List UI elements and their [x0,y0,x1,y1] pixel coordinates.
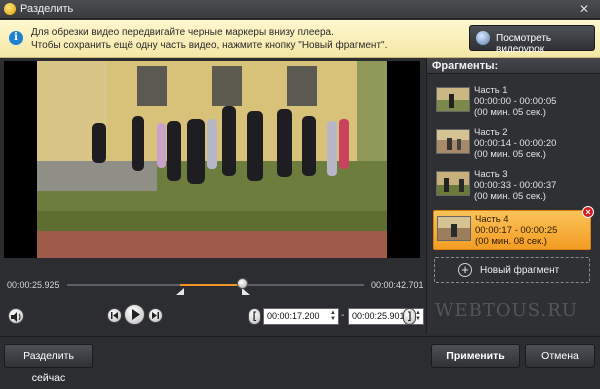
app-icon [4,3,16,15]
fragment-name: Часть 1 [474,85,508,96]
play-button[interactable] [124,304,145,325]
fragment-name: Часть 4 [475,214,509,225]
window-title: Разделить [20,3,74,15]
cancel-button[interactable]: Отмена [525,344,595,368]
fragment-range: 00:00:00 - 00:00:05 [474,96,557,107]
new-fragment-label: Новый фрагмент [480,265,560,276]
close-button[interactable]: ✕ [570,1,598,17]
step-forward-icon [152,312,159,319]
fragment-thumbnail [437,216,471,241]
end-marker-icon[interactable] [242,288,250,295]
bottom-bar: Разделить сейчас Применить Отмена [0,336,600,384]
info-text: Для обрезки видео передвигайте черные ма… [31,26,387,52]
play-icon [132,309,140,320]
total-time: 00:00:42.701 [371,280,424,290]
apply-button[interactable]: Применить [431,344,520,368]
fragment-range: 00:00:33 - 00:00:37 [474,180,557,191]
fragment-item-3[interactable]: Часть 3 00:00:33 - 00:00:37 (00 мин. 05 … [433,166,591,206]
video-player[interactable] [4,61,420,258]
set-start-button[interactable]: [ [248,308,261,325]
set-end-button[interactable]: ] [403,308,416,325]
start-time-field[interactable]: 00:00:17.200 ▲ ▼ [263,308,339,325]
plus-icon: + [458,263,472,277]
speaker-icon [11,312,21,322]
fragments-panel: Фрагменты: Часть 1 00:00:00 - 00:00:05 (… [426,58,600,334]
fragment-duration: (00 мин. 05 сек.) [474,149,546,160]
delete-fragment-icon[interactable]: × [582,206,594,218]
info-line-1: Для обрезки видео передвигайте черные ма… [31,27,334,38]
fragment-name: Часть 2 [474,127,508,138]
current-time: 00:00:25.925 [7,280,60,290]
range-dash: - [341,310,345,321]
fragment-item-4[interactable]: Часть 4 00:00:17 - 00:00:25 (00 мин. 08 … [433,206,594,250]
timeline: 00:00:25.925 00:00:42.701 [0,266,425,296]
info-icon: i [9,31,23,45]
video-frame [37,61,387,258]
watch-video-lesson-label: Посмотреть видеоурок [496,33,552,55]
next-frame-button[interactable] [148,308,163,323]
fragment-duration: (00 мин. 08 сек.) [475,236,547,247]
title-bar: Разделить ✕ [0,0,600,19]
fragment-duration: (00 мин. 05 сек.) [474,107,546,118]
info-line-2: Чтобы сохранить ещё одну часть видео, на… [31,40,388,51]
fragment-thumbnail [436,87,470,112]
end-time-value: 00:00:25.901 [352,311,405,321]
fragment-name: Часть 3 [474,169,508,180]
start-marker-icon[interactable] [176,288,184,295]
start-time-spinner[interactable]: ▲ ▼ [330,310,336,322]
fragment-duration: (00 мин. 05 сек.) [474,191,546,202]
fragment-range: 00:00:14 - 00:00:20 [474,138,557,149]
step-back-icon [111,312,118,319]
prev-frame-button[interactable] [107,308,122,323]
player-controls: [ 00:00:17.200 ▲ ▼ - 00:00:25.901 ▲ ▼ ] [0,304,425,331]
volume-button[interactable] [8,308,24,324]
webcam-icon [476,31,490,45]
fragment-range: 00:00:17 - 00:00:25 [475,225,558,236]
fragment-thumbnail [436,129,470,154]
watch-video-lesson-button[interactable]: Посмотреть видеоурок [469,25,595,55]
fragment-item-2[interactable]: Часть 2 00:00:14 - 00:00:20 (00 мин. 05 … [433,124,591,164]
timeline-selection [180,284,242,286]
fragment-item-1[interactable]: Часть 1 00:00:00 - 00:00:05 (00 мин. 05 … [433,82,591,122]
start-time-value: 00:00:17.200 [267,311,320,321]
watermark: WEBTOUS.RU [435,300,578,321]
split-now-button[interactable]: Разделить сейчас [4,344,93,384]
playhead-knob[interactable] [237,278,248,289]
new-fragment-button[interactable]: + Новый фрагмент [434,257,590,283]
fragment-thumbnail [436,171,470,196]
fragments-header: Фрагменты: [427,58,600,74]
